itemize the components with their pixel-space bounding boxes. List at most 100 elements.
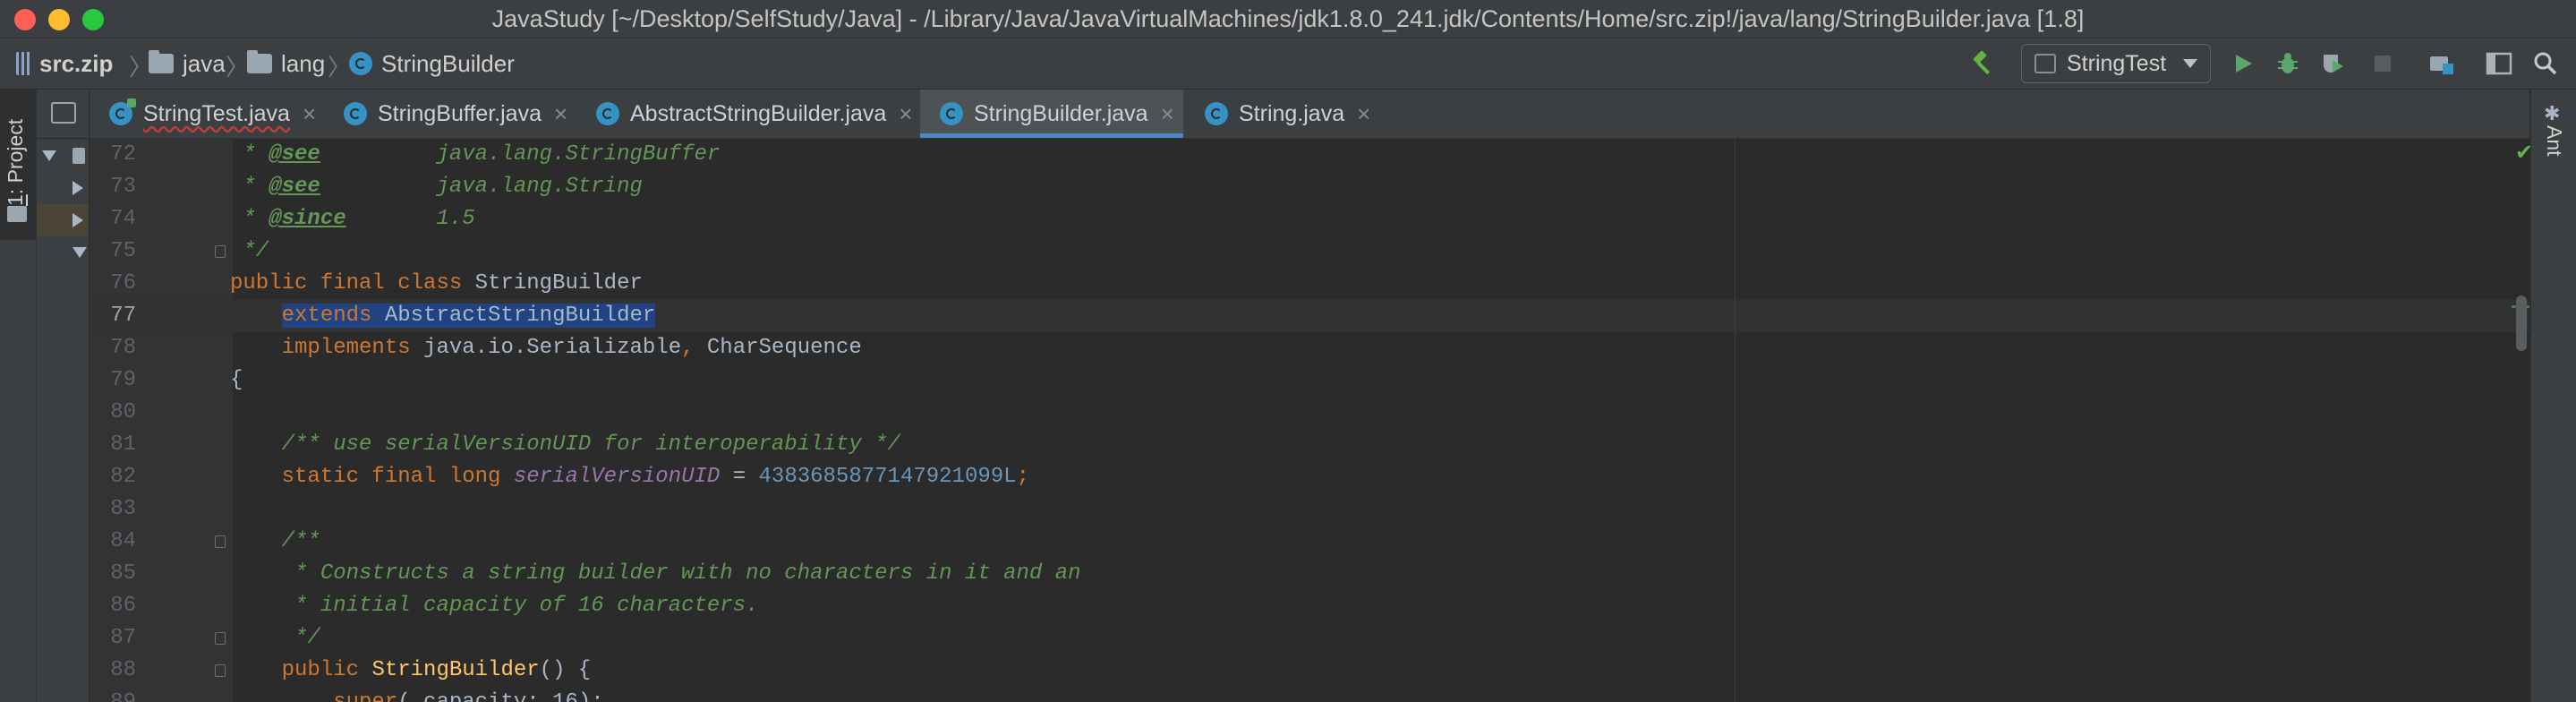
line-number[interactable]: 84 xyxy=(90,526,136,558)
code-token: @see xyxy=(269,142,320,167)
code-line[interactable]: 83 xyxy=(90,493,2529,526)
code-line[interactable]: 77 extends AbstractStringBuilder xyxy=(90,300,2529,332)
line-number[interactable]: 72 xyxy=(90,139,136,171)
code-line[interactable]: 75 */ xyxy=(90,235,2529,268)
tab-stringbuilder[interactable]: StringBuilder.java × xyxy=(920,90,1183,138)
line-number[interactable]: 89 xyxy=(90,687,136,702)
line-number[interactable]: 77 xyxy=(90,300,136,332)
code-line[interactable]: 84 /** xyxy=(90,526,2529,558)
close-icon[interactable]: × xyxy=(1357,100,1370,128)
line-number[interactable]: 87 xyxy=(90,622,136,655)
code-line[interactable]: 86 * initial capacity of 16 characters. xyxy=(90,590,2529,622)
debug-icon[interactable] xyxy=(2273,49,2302,78)
line-number[interactable]: 88 xyxy=(90,655,136,687)
close-icon[interactable]: × xyxy=(899,100,912,128)
code-token: java.lang.String xyxy=(320,175,643,199)
project-tool-button[interactable]: 1: Project xyxy=(0,90,36,240)
code-token: extends xyxy=(281,304,372,328)
expand-arrow-icon[interactable] xyxy=(42,150,56,161)
coverage-icon[interactable] xyxy=(2318,49,2347,78)
run-configuration-label: StringTest xyxy=(2067,50,2167,76)
run-configuration-dropdown[interactable]: StringTest xyxy=(2021,44,2211,83)
line-number[interactable]: 80 xyxy=(90,397,136,429)
code-line[interactable]: 85 * Constructs a string builder with no… xyxy=(90,558,2529,590)
line-number[interactable]: 79 xyxy=(90,364,136,397)
code-token: public xyxy=(230,658,372,682)
tree-row[interactable] xyxy=(37,204,89,236)
code-line[interactable]: 89 super( capacity: 16); xyxy=(90,687,2529,702)
code-line[interactable]: 72 * @see java.lang.StringBuffer xyxy=(90,139,2529,171)
collapse-arrow-icon[interactable] xyxy=(73,181,83,195)
line-number[interactable]: 76 xyxy=(90,268,136,300)
folder-icon xyxy=(7,206,27,222)
layout-icon[interactable] xyxy=(2485,49,2513,78)
tab-stringtest[interactable]: StringTest.java × xyxy=(90,90,322,138)
tab-label: StringBuffer.java xyxy=(378,100,542,126)
code-editor[interactable]: 72 * @see java.lang.StringBuffer 73 * @se… xyxy=(90,139,2529,702)
folder-icon xyxy=(73,148,85,164)
breadcrumb-lang[interactable]: lang xyxy=(247,49,325,78)
stop-icon[interactable] xyxy=(2368,49,2397,78)
close-icon[interactable]: × xyxy=(303,100,316,128)
tab-string[interactable]: String.java × xyxy=(1185,90,1382,138)
fold-marker-icon[interactable] xyxy=(215,535,226,548)
line-number[interactable]: 75 xyxy=(90,235,136,268)
line-number[interactable]: 85 xyxy=(90,558,136,590)
code-line[interactable]: 88 public StringBuilder() { xyxy=(90,655,2529,687)
code-token: { xyxy=(230,368,243,392)
scrollbar-thumb[interactable] xyxy=(2516,295,2527,351)
line-number[interactable]: 83 xyxy=(90,493,136,526)
search-icon[interactable] xyxy=(2531,49,2560,78)
code-line[interactable]: 81 /** use serialVersionUID for interope… xyxy=(90,429,2529,461)
editor-scrollbar[interactable] xyxy=(2512,139,2529,702)
code-token: */ xyxy=(230,239,269,263)
code-line[interactable]: 82 static final long serialVersionUID = … xyxy=(90,461,2529,493)
code-line[interactable]: 78 implements java.io.Serializable, Char… xyxy=(90,332,2529,364)
panel-view-icon[interactable] xyxy=(51,102,76,124)
close-icon[interactable]: × xyxy=(1161,100,1174,128)
project-structure-icon[interactable] xyxy=(2427,49,2456,78)
ant-tool-label: Ant xyxy=(2543,125,2566,157)
tab-stringbuffer[interactable]: StringBuffer.java × xyxy=(324,90,575,138)
close-icon[interactable]: × xyxy=(554,100,567,128)
code-text: */ xyxy=(230,622,320,655)
line-number[interactable]: 86 xyxy=(90,590,136,622)
line-number[interactable]: 81 xyxy=(90,429,136,461)
tree-row[interactable] xyxy=(37,172,89,204)
hammer-icon[interactable] xyxy=(1969,49,1998,78)
tree-row[interactable] xyxy=(37,140,89,172)
code-text: * @see java.lang.StringBuffer xyxy=(230,139,720,171)
code-token: /** xyxy=(230,529,320,553)
code-text: extends AbstractStringBuilder xyxy=(230,300,656,332)
breadcrumb-label: lang xyxy=(281,49,326,77)
inspection-ok-icon[interactable]: ✔ xyxy=(2515,140,2533,166)
line-number[interactable]: 82 xyxy=(90,461,136,493)
code-line[interactable]: 79 { xyxy=(90,364,2529,397)
window-title-bar: JavaStudy [~/Desktop/SelfStudy/Java] - /… xyxy=(0,0,2576,39)
expand-arrow-icon[interactable] xyxy=(73,247,87,258)
code-text: * @see java.lang.String xyxy=(230,171,643,203)
code-text: super( capacity: 16); xyxy=(230,687,603,702)
line-number[interactable]: 78 xyxy=(90,332,136,364)
fold-marker-icon[interactable] xyxy=(215,664,226,677)
run-icon[interactable] xyxy=(2229,49,2257,78)
fold-marker-icon[interactable] xyxy=(215,245,226,258)
line-number[interactable]: 74 xyxy=(90,203,136,235)
tab-abstractstringbuilder[interactable]: AbstractStringBuilder.java × xyxy=(576,90,918,138)
breadcrumb-stringbuilder[interactable]: StringBuilder xyxy=(349,49,515,78)
code-line[interactable]: 87 */ xyxy=(90,622,2529,655)
class-icon xyxy=(596,102,619,125)
breadcrumb-java[interactable]: java xyxy=(149,49,226,78)
code-line[interactable]: 80 xyxy=(90,397,2529,429)
code-line[interactable]: 76 public final class StringBuilder xyxy=(90,268,2529,300)
fold-marker-icon[interactable] xyxy=(215,632,226,645)
tree-row[interactable] xyxy=(37,236,89,269)
breadcrumb-src-zip[interactable]: src.zip xyxy=(16,49,113,78)
code-line[interactable]: 73 * @see java.lang.String xyxy=(90,171,2529,203)
tab-label: String.java xyxy=(1239,100,1345,126)
collapse-arrow-icon[interactable] xyxy=(73,213,83,227)
line-number[interactable]: 73 xyxy=(90,171,136,203)
code-token: serialVersionUID xyxy=(513,465,721,489)
code-line[interactable]: 74 * @since 1.5 xyxy=(90,203,2529,235)
code-token: StringBuilder xyxy=(474,271,643,295)
